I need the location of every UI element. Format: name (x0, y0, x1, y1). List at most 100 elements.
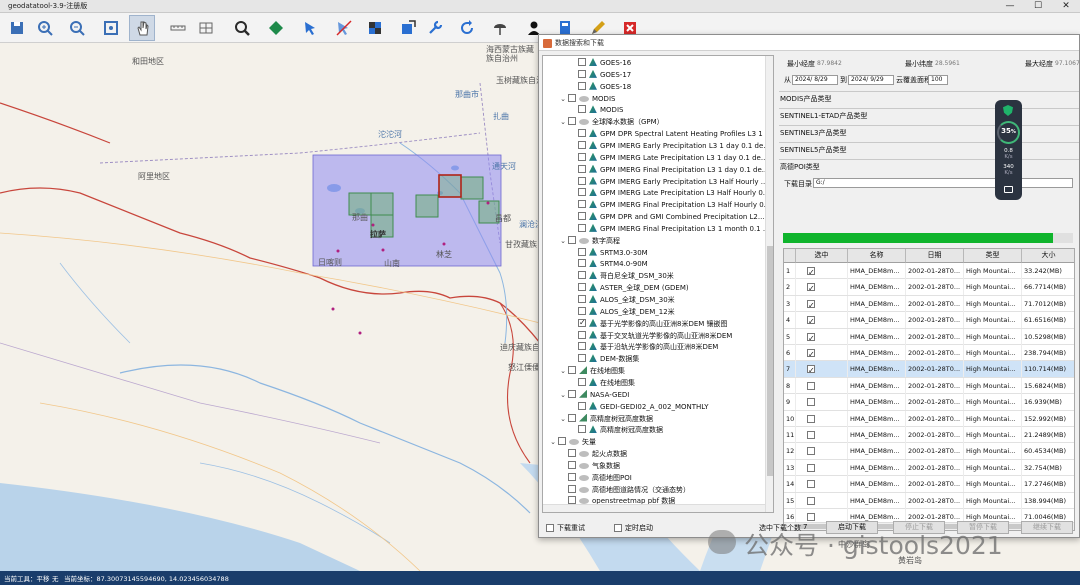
row-select-checkbox[interactable] (807, 314, 815, 328)
row-select-checkbox[interactable] (807, 513, 815, 521)
refresh-tool-button[interactable] (454, 15, 480, 41)
tree-checkbox[interactable] (578, 129, 586, 138)
name-column-header[interactable]: 名称 (848, 249, 906, 263)
tree-checkbox[interactable] (568, 235, 576, 244)
measure-tool-button[interactable] (165, 15, 191, 41)
select-cell[interactable] (796, 459, 848, 476)
tree-item[interactable]: SRTM3.0-30M (577, 247, 648, 259)
section-amap-poi-type[interactable]: 高德POI类型 (779, 159, 1079, 175)
expand-chevron-icon[interactable]: ⌄ (559, 235, 567, 247)
max-lon-value[interactable]: 97.1067 (1055, 60, 1080, 67)
tree-checkbox[interactable] (578, 401, 586, 410)
tree-checkbox[interactable] (568, 413, 576, 422)
tree-item[interactable]: 高德地图POI (567, 472, 632, 484)
full-extent-tool-button[interactable] (98, 15, 124, 41)
close-window-button[interactable]: ✕ (1052, 0, 1080, 13)
minimize-button[interactable]: — (996, 0, 1024, 13)
results-table[interactable]: 选中名称日期类型大小 1HMA_DEM8m...2002-01-28T0...H… (783, 248, 1075, 531)
tree-checkbox[interactable] (568, 460, 576, 469)
tree-group[interactable]: ⌄ 数字高程 (559, 235, 620, 247)
row-select-checkbox[interactable] (807, 363, 815, 377)
tree-item[interactable]: GOES-16 (577, 57, 631, 69)
row-select-checkbox[interactable] (807, 398, 815, 407)
tree-checkbox[interactable] (578, 317, 586, 329)
row-select-checkbox[interactable] (807, 447, 815, 456)
select-cell[interactable] (796, 345, 848, 361)
tree-group[interactable]: ⌄ MODIS (559, 93, 615, 105)
select-cell[interactable] (796, 279, 848, 296)
date-column-header[interactable]: 日期 (906, 249, 964, 263)
select-cell[interactable] (796, 295, 848, 312)
row-select-checkbox[interactable] (807, 331, 815, 345)
tree-checkbox[interactable] (578, 152, 586, 161)
table-row[interactable]: 14 HMA_DEM8m... 2002-01-28T0... High Mounta… (784, 476, 1074, 493)
size-column-header[interactable]: 大小 (1022, 249, 1074, 263)
tree-checkbox[interactable] (578, 342, 586, 351)
tree-group[interactable]: ⌄ NASA-GEDI (559, 389, 629, 401)
table-row[interactable]: 8 HMA_DEM8m... 2002-01-28T0... High Mountai… (784, 377, 1074, 395)
tree-item[interactable]: GPM IMERG Final Precipitation L3 1 day 0… (577, 164, 768, 176)
row-number-header[interactable] (784, 249, 796, 263)
export-tool-button[interactable] (395, 15, 421, 41)
retry-download-checkbox[interactable] (546, 524, 554, 532)
tree-item[interactable]: GOES-17 (577, 69, 631, 81)
table-row[interactable]: 1 HMA_DEM8m...2002-01-28T0...High Mountai… (784, 263, 1074, 280)
row-select-checkbox[interactable] (807, 281, 815, 295)
row-select-checkbox[interactable] (807, 381, 815, 390)
save-tool-button[interactable] (4, 15, 30, 41)
table-row[interactable]: 2 HMA_DEM8m...2002-01-28T0...High Mountai… (784, 279, 1074, 296)
min-lon-value[interactable]: 87.9842 (817, 60, 842, 67)
row-select-checkbox[interactable] (807, 480, 815, 489)
tree-item[interactable]: GPM DPR and GMI Combined Precipitation L… (577, 211, 765, 223)
table-row[interactable]: 11 HMA_DEM8m... 2002-01-28T0... High Mounta… (784, 427, 1074, 444)
tree-checkbox[interactable] (578, 188, 586, 197)
row-select-checkbox[interactable] (807, 298, 815, 312)
tree-group[interactable]: ⌄ 矢量 (549, 436, 596, 448)
table-row[interactable]: 12 HMA_DEM8m... 2002-01-28T0... High Mounta… (784, 443, 1074, 460)
tree-item[interactable]: GPM IMERG Early Precipitation L3 Half Ho… (577, 176, 767, 188)
table-row[interactable]: 13 HMA_DEM8m... 2002-01-28T0... High Mounta… (784, 459, 1074, 477)
clear-select-tool-button[interactable] (331, 15, 357, 41)
zoom-out-tool-button[interactable] (64, 15, 90, 41)
row-select-checkbox[interactable] (807, 431, 815, 439)
tree-item[interactable]: GPM DPR Spectral Latent Heating Profiles… (577, 128, 772, 140)
tree-item[interactable]: GPM IMERG Late Precipitation L3 1 day 0.… (577, 152, 768, 164)
select-cell[interactable] (796, 492, 848, 509)
tree-checkbox[interactable] (568, 484, 576, 493)
tools-tool-button[interactable] (422, 15, 448, 41)
select-cell[interactable] (796, 377, 848, 394)
tree-checkbox[interactable] (578, 105, 586, 114)
tree-checkbox[interactable] (578, 377, 586, 386)
tree-checkbox[interactable] (578, 271, 586, 280)
row-select-checkbox[interactable] (807, 414, 815, 423)
min-lat-value[interactable]: 28.5961 (935, 60, 960, 67)
table-row[interactable]: 10 HMA_DEM8m... 2002-01-28T0... High Mounta… (784, 410, 1074, 427)
tree-item[interactable]: SRTM4.0-90M (577, 258, 648, 270)
select-cell[interactable] (796, 312, 848, 329)
tree-checkbox[interactable] (568, 93, 576, 102)
expand-chevron-icon[interactable]: ⌄ (559, 116, 567, 128)
tree-checkbox[interactable] (578, 69, 586, 78)
tree-checkbox[interactable] (578, 176, 586, 185)
tree-checkbox[interactable] (578, 212, 586, 221)
cloud-tool-button[interactable] (487, 15, 513, 41)
tree-group[interactable]: ⌄ 在线地图集 (559, 365, 625, 377)
layer-tool-button[interactable] (263, 15, 289, 41)
from-date-input[interactable]: 2024/ 8/29 (792, 75, 838, 85)
tree-item[interactable]: MODIS (577, 104, 623, 116)
table-row[interactable]: 6 HMA_DEM8m...2002-01-28T0...High Mountai… (784, 345, 1074, 362)
tree-item[interactable]: 基于光学影像的高山亚洲8米DEM 镶嵌图 (577, 317, 728, 330)
network-speed-widget[interactable]: 35% 0.8 K/s 340 K/s (995, 100, 1022, 200)
tree-checkbox[interactable] (568, 472, 576, 481)
zoom-in-tool-button[interactable] (32, 15, 58, 41)
table-row[interactable]: 3 HMA_DEM8m...2002-01-28T0...High Mountai… (784, 295, 1074, 313)
tree-item[interactable]: 哥白尼全球_DSM_30米 (577, 270, 674, 282)
tree-checkbox[interactable] (578, 306, 586, 315)
checker-tool-button[interactable] (362, 15, 388, 41)
expand-chevron-icon[interactable]: ⌄ (549, 436, 557, 448)
row-select-checkbox[interactable] (807, 347, 815, 361)
expand-chevron-icon[interactable]: ⌄ (559, 365, 567, 377)
tree-vertical-scrollbar[interactable] (765, 56, 773, 512)
row-select-checkbox[interactable] (807, 496, 815, 505)
tree-checkbox[interactable] (578, 164, 586, 173)
